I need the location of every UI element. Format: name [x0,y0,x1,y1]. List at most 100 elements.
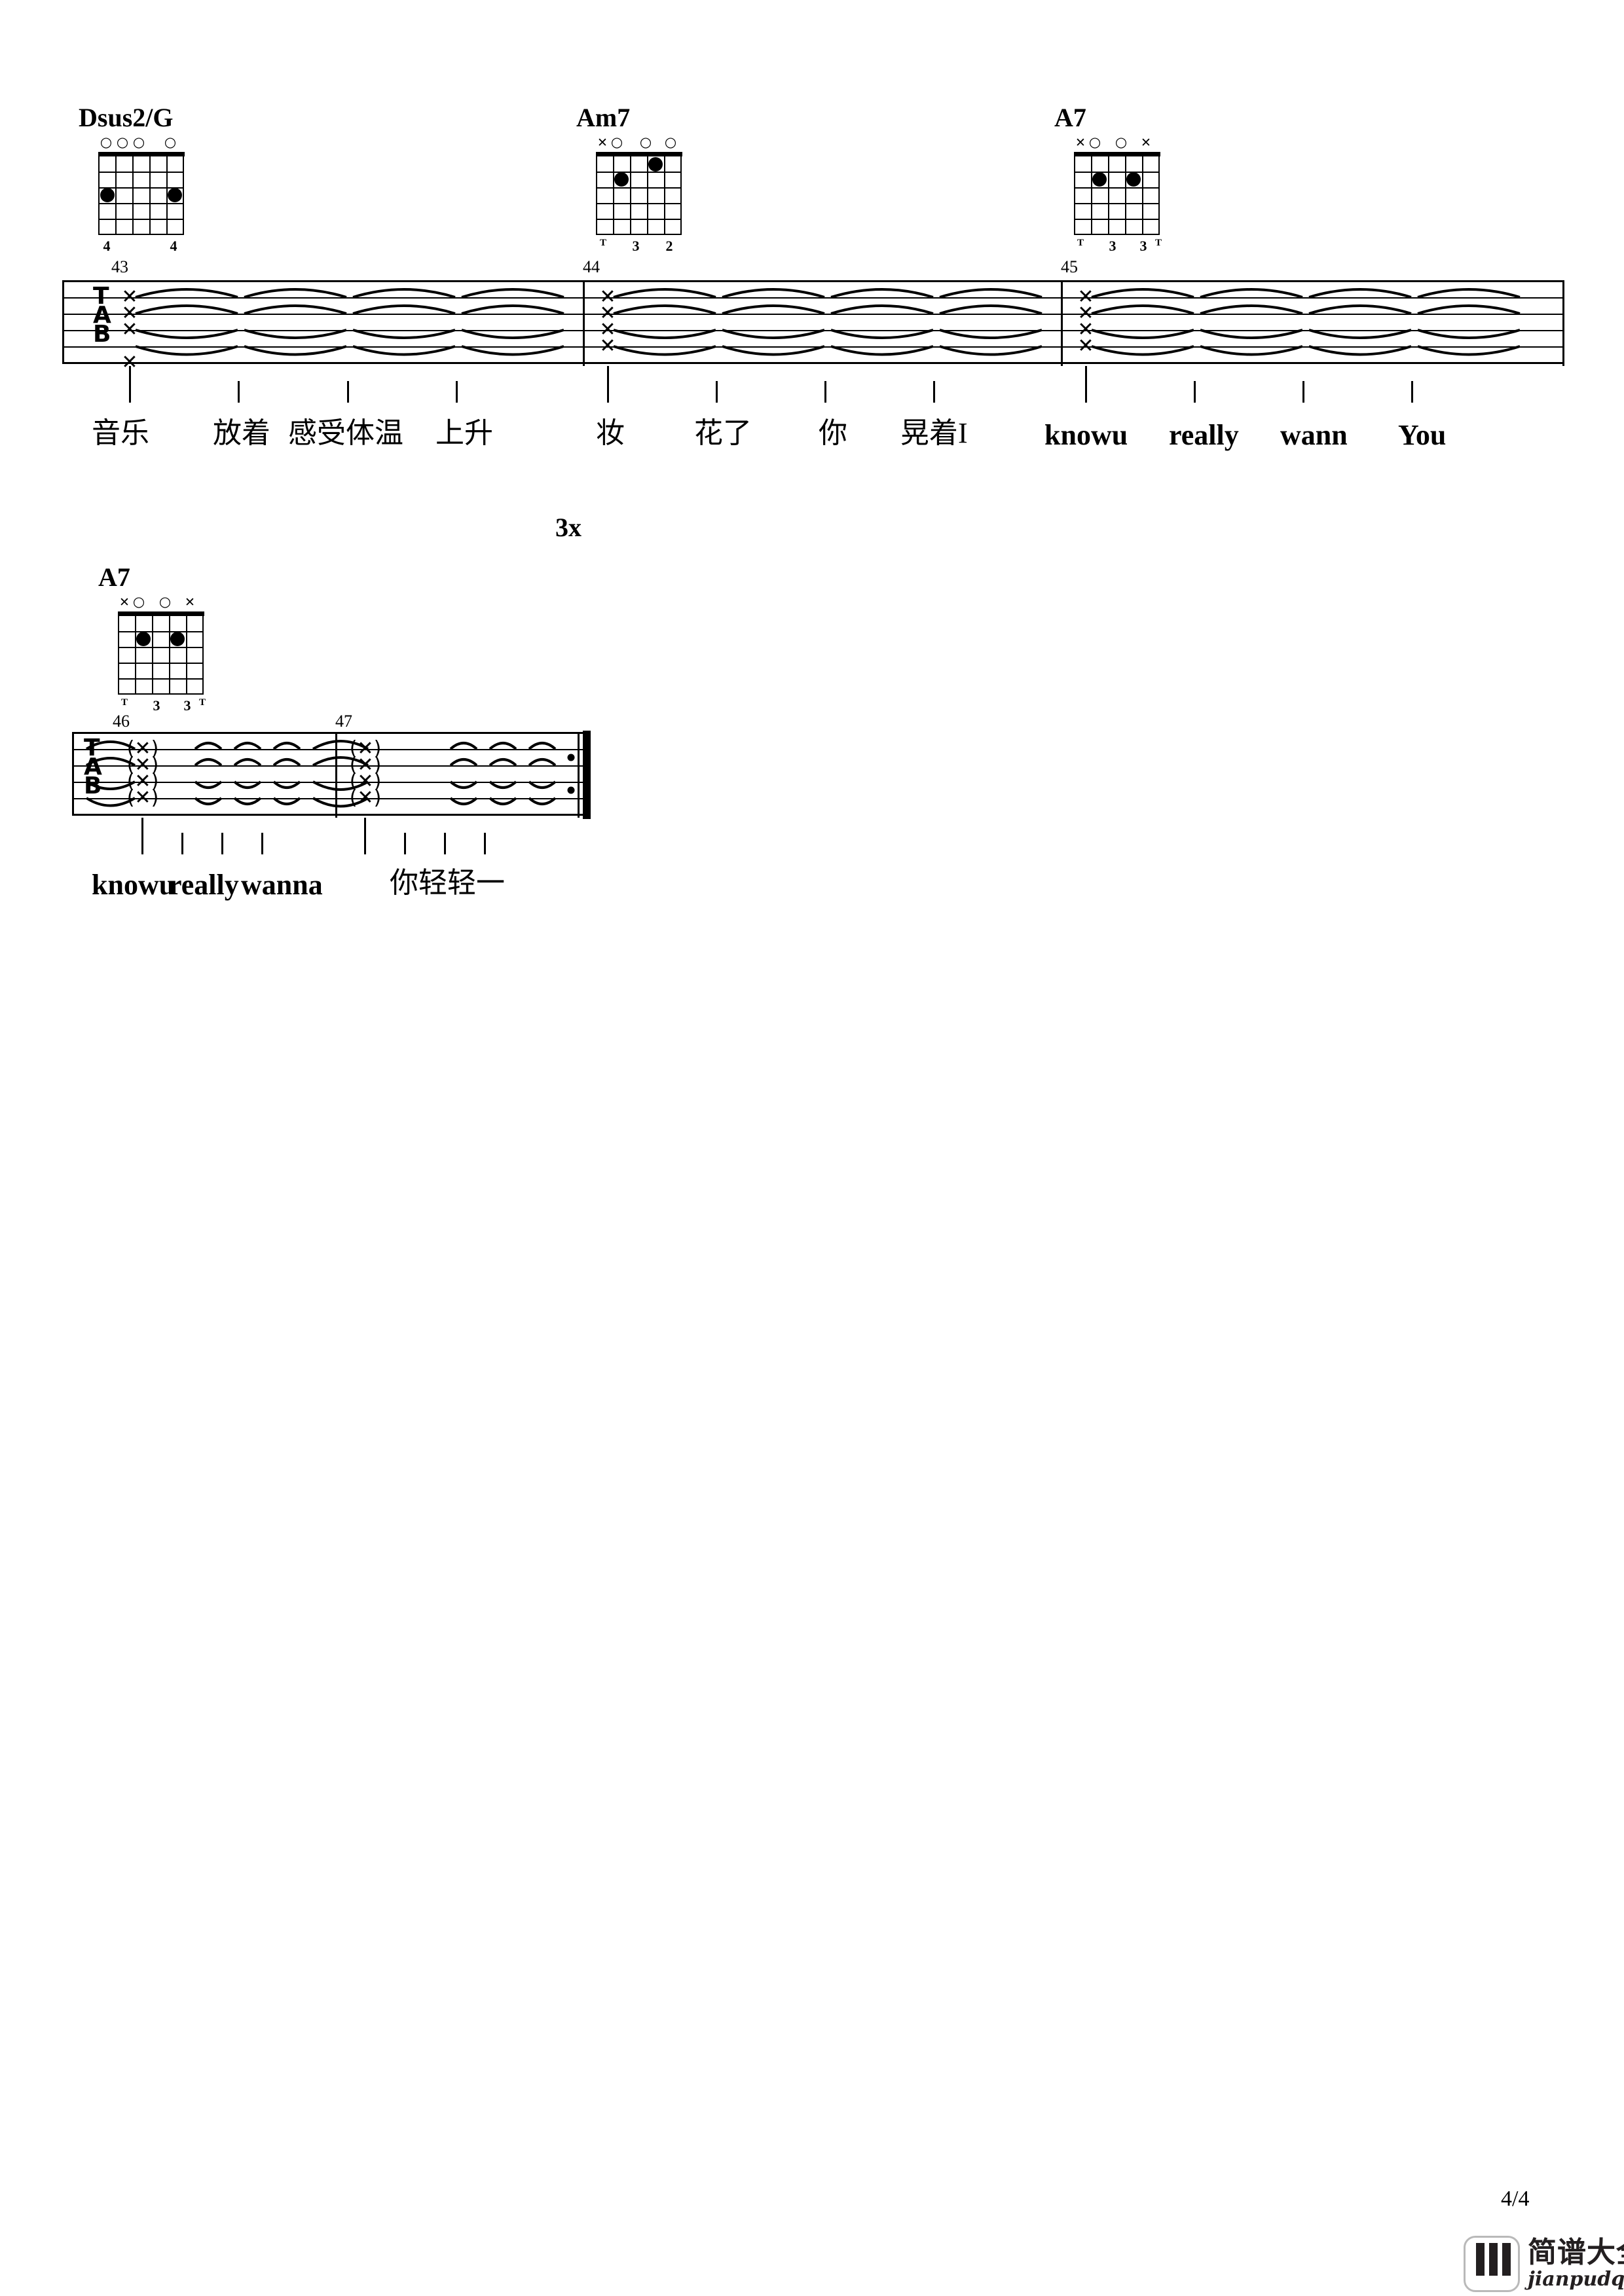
rhythm-stem [404,833,406,854]
lyric-syllable: knowu [92,869,175,901]
rhythm-stem [1085,366,1087,403]
rhythm-stem [347,381,349,403]
finger-number: 3 [1109,238,1116,254]
fret-grid [596,156,682,235]
fretboard-grid [118,611,204,695]
rhythm-stem [824,381,826,403]
lyric-syllable: really [1169,419,1239,451]
finger-number: 4 [170,238,177,254]
chord-name-label: Dsus2/G [79,103,174,132]
fret-grid [118,616,204,695]
finger-dot [1092,172,1107,187]
rhythm-stem [607,366,609,403]
chord-fingering-row: T 3 3 T [118,697,206,714]
nut [98,152,185,156]
lyric-syllable: wann [1280,419,1348,451]
rhythm-stem [484,833,486,854]
lyric-syllable: 上升 [435,417,493,449]
nut [118,611,204,616]
chord-open-mute-markers [98,135,185,152]
fretboard-grid [98,152,185,236]
finger-number: T [120,697,128,708]
marker-string-5 [1088,135,1101,149]
lyric-syllable: 你轻轻一 [390,867,505,899]
fretboard-grid [1074,152,1160,236]
rhythm-stem [444,833,446,854]
marker-string-6 [1074,135,1087,149]
rhythm-stem [364,818,366,854]
nut [596,152,682,156]
lyric-syllable: You [1398,419,1447,451]
measure-number: 44 [583,257,600,276]
lyric-syllable: 放着 [213,417,270,449]
finger-number: T [1077,238,1084,248]
ghost-note-x: (✕) [349,786,382,809]
rhythm-stem [1302,381,1304,403]
repeat-thick-line [583,731,591,819]
rhythm-stem [933,381,935,403]
lyric-syllable: wanna [241,869,323,901]
rhythm-stem [181,833,183,854]
chord-diagram-am7: Am7 T 3 [576,105,707,255]
finger-dot [168,188,182,202]
finger-number: 3 [1139,238,1147,254]
marker-string-6 [100,135,113,149]
marker-string-5 [132,594,145,608]
lyric-syllable: 音乐 [92,417,149,449]
lyric-syllable: really [169,869,239,901]
lyric-syllable: 你 [819,417,847,449]
chord-diagram-a7-second: A7 T 3 [98,564,229,714]
chord-fingering-row: 4 4 [98,238,185,255]
finger-dot [648,157,663,172]
marker-string-1 [664,135,677,149]
rhythm-stem [221,833,223,854]
piano-keys-icon [1464,2236,1520,2292]
chord-fingering-row: T 3 3 T [1074,238,1162,255]
lyric-syllable: knowu [1044,419,1128,451]
nut [1074,152,1160,156]
sheet-music-page: Dsus2/G 4 [0,0,1624,2296]
brand-url: jianpudq.com [1528,2268,1624,2291]
finger-number: T [599,238,606,248]
repeat-dot [567,754,575,761]
repeat-thin-line [578,732,580,818]
rhythm-stem [129,366,131,403]
finger-dot [170,632,185,646]
lyric-syllable: 感受体温 [288,417,403,449]
measure-number: 46 [113,712,130,731]
finger-number: T [198,697,206,708]
brand-name-cn: 简谱大全 [1528,2236,1624,2269]
chord-open-mute-markers [118,594,204,611]
marker-string-2 [164,135,177,149]
finger-dot [136,632,151,646]
chord-diagram-a7: A7 T 3 [1054,105,1185,255]
rhythm-stem [1194,381,1196,403]
marker-string-4 [132,135,145,149]
marker-string-5 [116,135,129,149]
chord-name-label: A7 [98,562,130,592]
finger-number: 4 [103,238,111,254]
marker-string-3 [158,594,172,608]
notation-arcs-1 [135,288,1521,356]
lyric-syllable: 妆 [596,417,625,449]
fret-grid [98,156,184,235]
finger-dot [1126,172,1141,187]
finger-number: 3 [153,697,160,714]
chord-open-mute-markers [1074,135,1160,152]
finger-number: 3 [632,238,640,254]
marker-string-1 [183,594,196,609]
rhythm-stem [456,381,458,403]
fret-grid [1074,156,1160,235]
marker-string-3 [1115,135,1128,149]
marker-string-1 [1139,135,1153,149]
mute-note-x: ✕ [599,335,616,357]
finger-number: T [1154,238,1162,248]
repeat-dot [567,786,575,794]
chord-name-label: Am7 [576,103,631,132]
ghost-note-x: (✕) [126,786,159,809]
finger-dot [100,188,115,202]
chord-open-mute-markers [596,135,682,152]
marker-string-6 [596,135,609,149]
marker-string-3 [639,135,652,149]
chord-fingering-row: T 3 2 [596,238,682,255]
